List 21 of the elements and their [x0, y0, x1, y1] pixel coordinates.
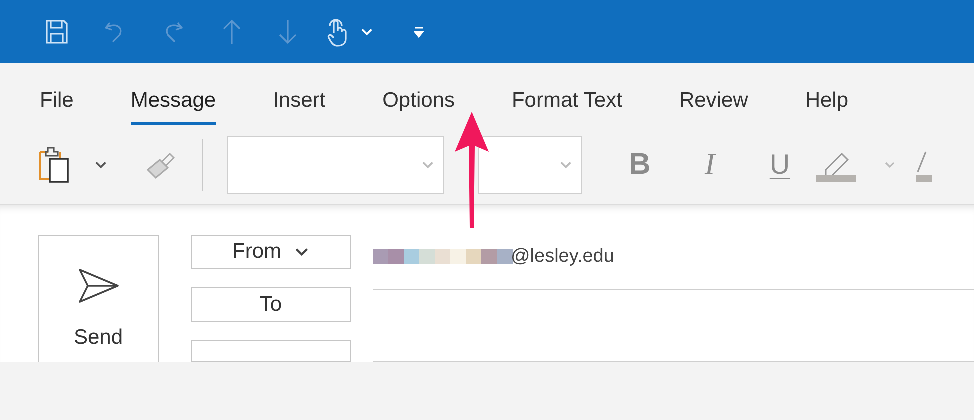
- to-button[interactable]: To: [191, 287, 351, 322]
- ribbon-tab[interactable]: Review: [679, 74, 748, 125]
- touch-hand-icon[interactable]: [326, 16, 348, 46]
- font-name-field[interactable]: [227, 136, 444, 194]
- from-button[interactable]: From: [191, 235, 351, 270]
- arrow-up-icon[interactable]: [222, 18, 242, 44]
- font-size-field[interactable]: [478, 136, 582, 194]
- cc-button[interactable]: [191, 340, 351, 362]
- save-icon[interactable]: [46, 20, 68, 44]
- ribbon-tab[interactable]: Message: [130, 74, 216, 125]
- send-icon: [78, 268, 120, 304]
- paste-icon[interactable]: [38, 146, 72, 184]
- sender-email: @lesley.edu: [511, 244, 614, 269]
- ribbon-tab[interactable]: Insert: [273, 74, 326, 125]
- ribbon-tab[interactable]: Format Text: [512, 74, 622, 125]
- ribbon-tab[interactable]: File: [40, 74, 74, 125]
- ribbon-tab[interactable]: Options: [382, 74, 455, 125]
- send-button[interactable]: Send: [38, 235, 159, 362]
- customize-toolbar-icon[interactable]: [414, 26, 424, 38]
- arrow-down-icon[interactable]: [278, 18, 298, 44]
- ribbon-tab[interactable]: Help: [805, 74, 849, 125]
